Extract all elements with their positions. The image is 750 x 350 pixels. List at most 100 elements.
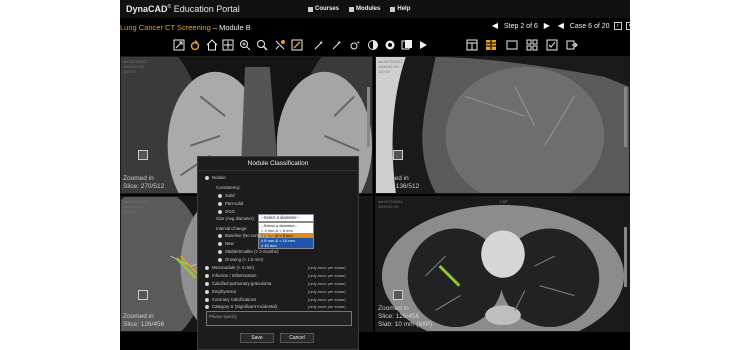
once-per-exam-note: (only once per exam): [308, 265, 346, 270]
radio-icon: [218, 233, 222, 238]
step-next-icon[interactable]: ▶: [542, 21, 552, 31]
radio-icon: [218, 249, 222, 254]
layout-single-icon[interactable]: [505, 38, 519, 52]
svg-text:+: +: [337, 40, 341, 46]
zoom-text: Zoomed in: [123, 313, 154, 320]
radio-part-solid[interactable]: Part-solid: [218, 201, 243, 206]
exit-icon[interactable]: [565, 38, 579, 52]
zoom-text: Zoomed in: [378, 305, 409, 312]
radio-growing[interactable]: Growing (> 1.5 mm): [218, 257, 263, 262]
text-annotate-icon[interactable]: +: [348, 38, 362, 52]
radio-icon: [218, 241, 222, 246]
viewport-top-right[interactable]: ser4073/0001 100/100 H2 120 kV Zoomed in Sl…: [375, 56, 630, 194]
case-prev-icon[interactable]: ◀: [556, 21, 566, 31]
dialog-title: Nodule Classification: [198, 157, 358, 171]
measure-icon[interactable]: [290, 38, 304, 52]
once-per-exam-note: (only once per exam): [308, 273, 346, 278]
save-button[interactable]: Save: [240, 333, 274, 343]
size-label: Size (Avg diameter):: [216, 216, 255, 221]
svg-text:+: +: [356, 40, 360, 46]
radio-icon: [205, 281, 209, 286]
window-level-icon[interactable]: [383, 38, 397, 52]
nav-courses-label: Courses: [315, 6, 340, 12]
radio-category-s[interactable]: Category S (Significant Incidental): [205, 304, 277, 309]
radio-baseline[interactable]: Baseline (No comparison): [218, 233, 274, 238]
brand-text-cad: CAD: [148, 4, 168, 14]
brand-text-dyna: Dyna: [126, 4, 149, 14]
radio-ggo[interactable]: GGO: [218, 209, 235, 214]
cancel-button[interactable]: Cancel: [280, 333, 314, 343]
radio-new[interactable]: New: [218, 241, 234, 246]
viewport-meta: ser4073/0001 100/100 H2: [378, 199, 403, 209]
radio-nodule[interactable]: Nodule: [205, 175, 226, 180]
pan-icon[interactable]: [273, 38, 287, 52]
radio-label: GGO: [225, 209, 236, 214]
home-icon[interactable]: [205, 38, 219, 52]
viewport-thumbnail-icon[interactable]: [138, 150, 148, 160]
annotate-icon[interactable]: +: [330, 38, 344, 52]
radio-icon: [205, 297, 209, 302]
cine-icon[interactable]: [400, 38, 414, 52]
viewport-scrollbar[interactable]: [624, 227, 627, 287]
nav-modules-label: Modules: [356, 6, 381, 12]
specify-textarea[interactable]: Please specify: [206, 311, 352, 326]
viewport-zoom-label: Zoomed in Slice: 136/512: [378, 175, 419, 191]
radio-icon: [205, 289, 209, 294]
crosshair-icon[interactable]: [221, 38, 235, 52]
radio-icon: [205, 304, 209, 309]
diameter-select[interactable]: --Select a diameter--: [258, 214, 314, 222]
viewport-bottom-right[interactable]: ser4073/0001 100/100 H2 LSP 100 mm Zoomed…: [375, 196, 630, 332]
consistency-label: Consistency:: [216, 185, 241, 190]
radio-label: Solid: [225, 193, 235, 198]
radio-calcified[interactable]: Calcified pulmonary granuloma: [205, 281, 271, 286]
nav-help[interactable]: Help: [390, 6, 410, 12]
radio-infection[interactable]: Infection / Inflammation: [205, 273, 256, 278]
viewport-zoom-label: Zoomed in Slice: 270/512: [123, 175, 164, 191]
viewport-scrollbar[interactable]: [367, 87, 370, 147]
radio-coronary[interactable]: Coronary Calcifications: [205, 297, 256, 302]
case-next-icon[interactable]: ›: [613, 22, 622, 30]
radio-stable[interactable]: Stable/Smaller (> 3 months): [218, 249, 278, 254]
radio-icon: [218, 257, 222, 262]
viewport-thumbnail-icon[interactable]: [393, 150, 403, 160]
dropdown-option[interactable]: ≥ 15 mm: [259, 243, 313, 248]
step-indicator: Step 2 of 6: [504, 22, 538, 30]
slice-text: Slice: 126/456: [123, 321, 165, 328]
viewport-scrollbar[interactable]: [624, 87, 627, 147]
layout-stack-icon[interactable]: [484, 38, 498, 52]
once-per-exam-note: (only once per exam): [308, 289, 346, 294]
section-label: Consistency:: [216, 185, 241, 190]
top-bar: DynaCAD® Education Portal Courses Module…: [120, 0, 630, 18]
radio-label: Calcified pulmonary granuloma: [212, 281, 272, 286]
viewer-toolbar: + + +: [120, 36, 630, 54]
invert-icon[interactable]: [366, 38, 380, 52]
radio-micronodule[interactable]: Micronodule (< 4 mm): [205, 265, 254, 270]
brand-logo: DynaCAD® Education Portal: [126, 4, 240, 14]
viewport-meta: ser4073/0001 100/100 H2 120 kV: [123, 199, 148, 214]
viewport-thumbnail-icon[interactable]: [393, 290, 403, 300]
radio-emphysema[interactable]: Emphysema: [205, 289, 236, 294]
nav-modules[interactable]: Modules: [349, 6, 380, 12]
play-icon[interactable]: [416, 38, 430, 52]
fit-icon[interactable]: [172, 38, 186, 52]
viewport-thumbnail-icon[interactable]: [138, 290, 148, 300]
rotate-icon[interactable]: [188, 38, 202, 52]
checklist-icon[interactable]: [545, 38, 559, 52]
nav-courses[interactable]: Courses: [308, 6, 339, 12]
radio-label: Infection / Inflammation: [212, 273, 257, 278]
radio-solid[interactable]: Solid: [218, 193, 235, 198]
radio-label: Stable/Smaller (> 3 months): [225, 249, 279, 254]
layout-1-icon[interactable]: [465, 38, 479, 52]
module-bar: Lung Cancer CT Screening – Module B ◀ St…: [120, 18, 630, 36]
case-exit-icon[interactable]: ‹: [625, 22, 630, 30]
layout-grid-icon[interactable]: [525, 38, 539, 52]
book-icon: [308, 6, 313, 12]
zoom-in-icon[interactable]: [238, 38, 252, 52]
section-label: Interval Change:: [216, 226, 248, 231]
radio-label: New: [225, 241, 234, 246]
magnifier-icon[interactable]: [255, 38, 269, 52]
module-title: Lung Cancer CT Screening – Module B: [120, 23, 251, 32]
radio-label: Baseline (No comparison): [225, 233, 275, 238]
roi-icon[interactable]: +: [312, 38, 326, 52]
step-prev-icon[interactable]: ◀: [490, 21, 500, 31]
